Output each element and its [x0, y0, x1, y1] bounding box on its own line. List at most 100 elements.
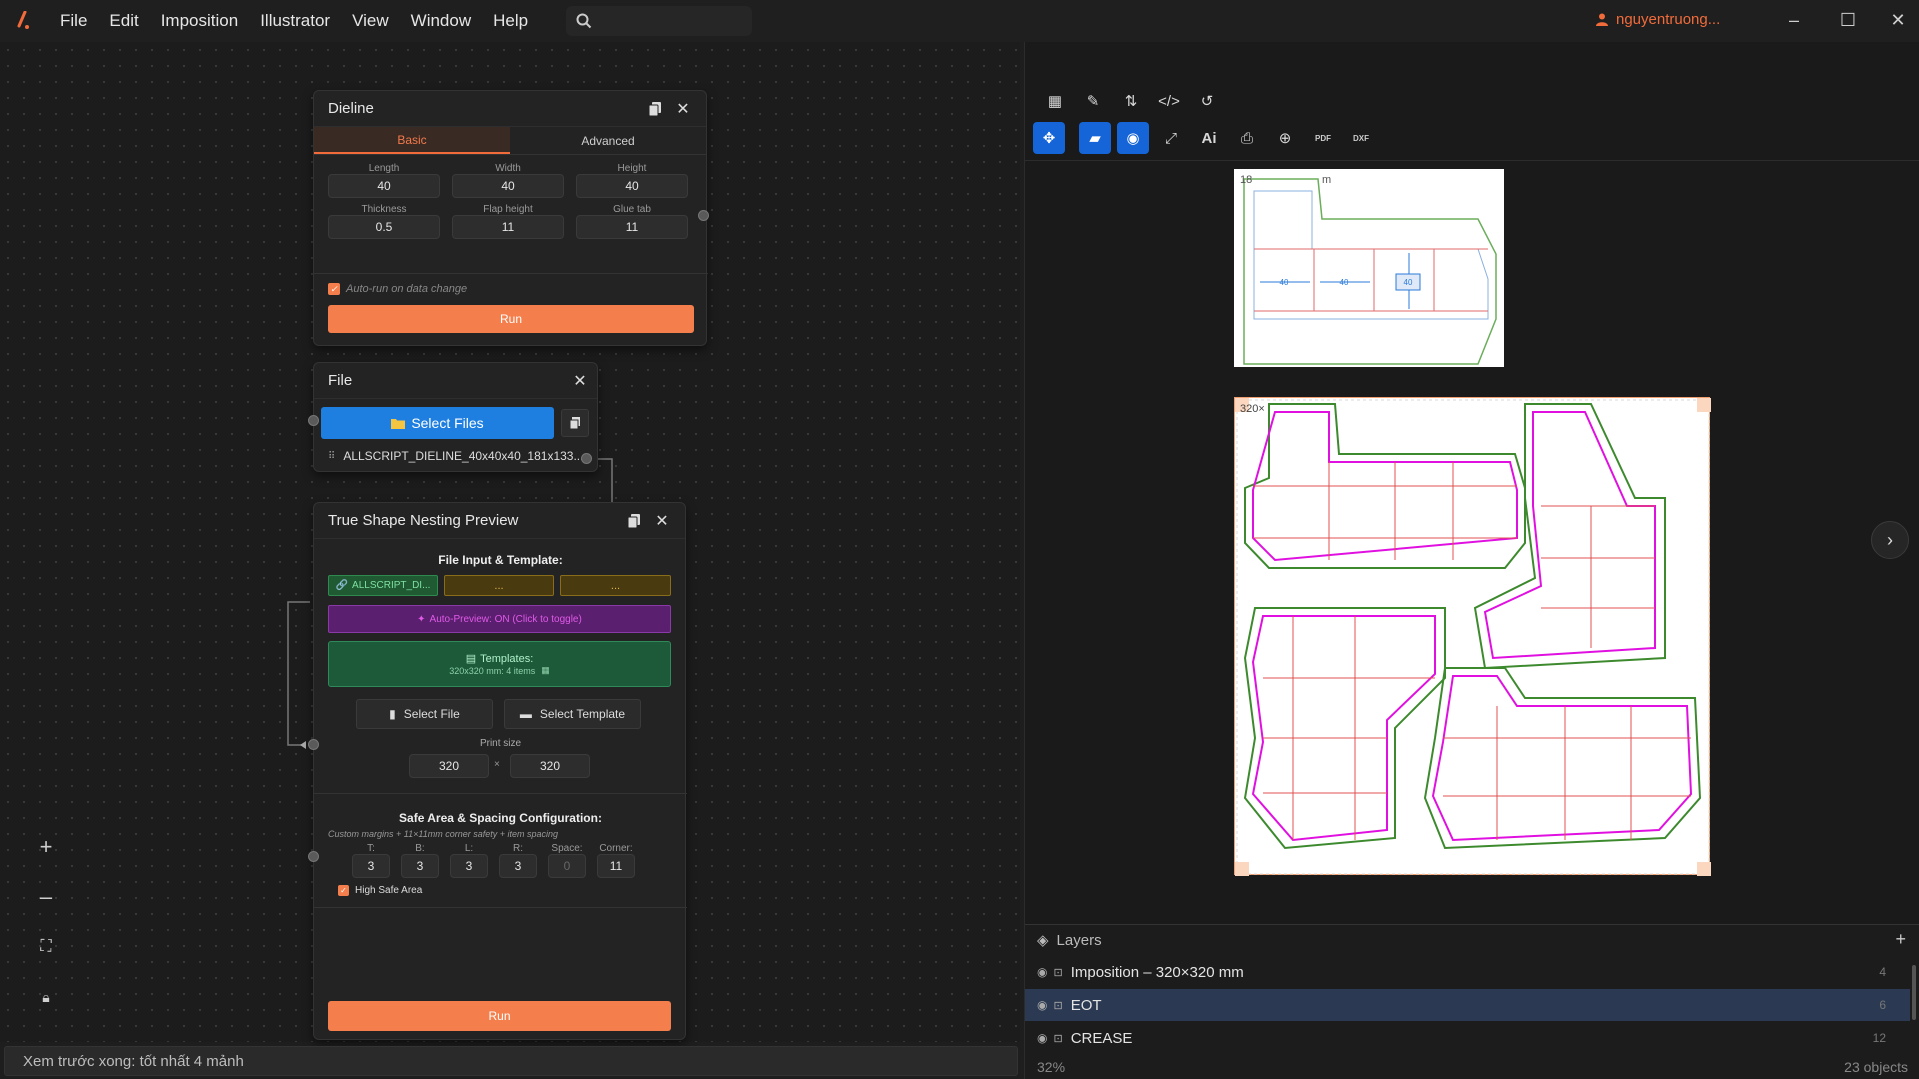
search-input[interactable]	[566, 6, 753, 36]
globe-icon[interactable]: ⊕	[1269, 122, 1301, 154]
select-file-button[interactable]: ▮ Select File	[356, 699, 493, 729]
code-icon[interactable]: </>	[1153, 85, 1185, 117]
ruler-icon[interactable]: ▰	[1079, 122, 1111, 154]
menu-illustrator[interactable]: Illustrator	[260, 11, 330, 31]
lock-icon[interactable]: 🔒︎	[34, 985, 58, 1009]
layer-row[interactable]: ◉ ⊡ CREASE 12	[1025, 1022, 1910, 1054]
template-slot-1[interactable]: 🔗 ALLSCRIPT_DI...	[328, 575, 438, 596]
fit-view-icon[interactable]: ⛶	[34, 935, 58, 959]
nesting-input-port[interactable]	[308, 739, 319, 750]
close-icon[interactable]: ✕	[674, 100, 692, 118]
copy-icon[interactable]	[625, 512, 643, 530]
print-icon[interactable]: ⎙	[1231, 122, 1263, 154]
nesting-header: True Shape Nesting Preview ✕	[314, 503, 685, 539]
dxf-icon[interactable]: DXF	[1345, 122, 1377, 154]
layer-row-selected[interactable]: ◉ ⊡ EOT 6	[1025, 989, 1910, 1021]
left-margin-input[interactable]: 3	[450, 854, 488, 878]
user-account[interactable]: nguyentruong...	[1596, 11, 1720, 28]
unlock-icon[interactable]: ⊡	[1053, 966, 1062, 979]
eye-icon[interactable]: ◉	[1117, 122, 1149, 154]
table-icon[interactable]: ▦	[1039, 85, 1071, 117]
drag-handle-icon[interactable]: ⠿	[328, 451, 335, 462]
layers-scrollbar[interactable]	[1912, 965, 1916, 1020]
unlock-icon[interactable]: ⊡	[1053, 1032, 1062, 1045]
eye-icon[interactable]: ◉	[1037, 965, 1047, 979]
nesting-sheet-preview[interactable]: 320×	[1234, 397, 1711, 876]
high-safe-area-row[interactable]: ✓ High Safe Area	[338, 885, 422, 896]
object-count: 23 objects	[1844, 1059, 1908, 1075]
file-input-heading: File Input & Template:	[438, 553, 563, 567]
edit-icon[interactable]: ✎	[1077, 85, 1109, 117]
print-width-input[interactable]: 320	[409, 754, 489, 778]
select-template-button[interactable]: ▬ Select Template	[504, 699, 641, 729]
tab-advanced[interactable]: Advanced	[510, 127, 706, 154]
bottom-margin-input[interactable]: 3	[401, 854, 439, 878]
select-files-button[interactable]: Select Files	[321, 407, 554, 439]
dieline-preview[interactable]: 40 40 40 18 m	[1234, 169, 1504, 367]
file-output-port[interactable]	[581, 453, 592, 464]
move-icon[interactable]: ✥	[1033, 122, 1065, 154]
corner-input[interactable]: 11	[597, 854, 635, 878]
unlock-icon[interactable]: ⊡	[1053, 999, 1062, 1012]
pdf-icon[interactable]: PDF	[1307, 122, 1339, 154]
autorun-row[interactable]: ✓ Auto-run on data change	[328, 283, 467, 295]
menu-view[interactable]: View	[352, 11, 389, 31]
add-layer-icon[interactable]: +	[1895, 929, 1906, 950]
close-window-icon[interactable]: ✕	[1886, 8, 1910, 32]
dieline-run-button[interactable]: Run	[328, 305, 694, 333]
copy-icon[interactable]	[561, 409, 589, 437]
high-safe-area-checkbox[interactable]: ✓	[338, 885, 349, 896]
app-logo	[14, 10, 32, 32]
dieline-size-label: 18	[1240, 174, 1252, 186]
safe-area-subtitle: Custom margins + 11×11mm corner safety +…	[328, 829, 559, 839]
height-input[interactable]: 40	[576, 174, 688, 198]
length-input[interactable]: 40	[328, 174, 440, 198]
close-icon[interactable]: ✕	[571, 372, 589, 390]
menu-file[interactable]: File	[60, 11, 87, 31]
dieline-output-port[interactable]	[698, 210, 709, 221]
eye-icon[interactable]: ◉	[1037, 1031, 1047, 1045]
menu-imposition[interactable]: Imposition	[161, 11, 238, 31]
top-margin-input[interactable]: 3	[352, 854, 390, 878]
auto-preview-toggle[interactable]: ✦ Auto-Preview: ON (Click to toggle)	[328, 605, 671, 633]
menu-help[interactable]: Help	[493, 11, 528, 31]
tab-basic[interactable]: Basic	[314, 127, 510, 154]
template-slot-2[interactable]: ...	[444, 575, 554, 596]
menu-window[interactable]: Window	[411, 11, 471, 31]
eye-icon[interactable]: ◉	[1037, 998, 1047, 1012]
right-margin-input[interactable]: 3	[499, 854, 537, 878]
preview-toolbar-bottom: ✥ ▰ ◉ ⤢ Ai ⎙ ⊕ PDF DXF	[1025, 122, 1919, 154]
menu-edit[interactable]: Edit	[109, 11, 138, 31]
node-canvas[interactable]: Dieline ✕ Basic Advanced Length 40 Width 4…	[0, 42, 1020, 1042]
zoom-out-icon[interactable]: –	[34, 884, 58, 909]
copy-icon[interactable]	[646, 100, 664, 118]
minimize-icon[interactable]: –	[1782, 8, 1806, 32]
layer-count: 12	[1872, 1031, 1886, 1045]
space-input[interactable]: 0	[548, 854, 586, 878]
autorun-checkbox[interactable]: ✓	[328, 283, 340, 295]
maximize-icon[interactable]: ☐	[1836, 8, 1860, 32]
close-icon[interactable]: ✕	[653, 512, 671, 530]
file-input-port[interactable]	[308, 415, 319, 426]
nesting-input-port-2[interactable]	[308, 851, 319, 862]
glue-tab-input[interactable]: 11	[576, 215, 688, 239]
ai-icon[interactable]: Ai	[1193, 122, 1225, 154]
template-slot-3[interactable]: ...	[560, 575, 671, 596]
dieline-panel: Dieline ✕ Basic Advanced Length 40 Width 4…	[313, 90, 708, 346]
thickness-label: Thickness	[361, 204, 407, 215]
print-height-input[interactable]: 320	[510, 754, 590, 778]
history-icon[interactable]: ↺	[1191, 85, 1223, 117]
zoom-in-icon[interactable]: +	[34, 834, 58, 859]
fullscreen-icon[interactable]: ⤢	[1155, 122, 1187, 154]
nesting-run-button[interactable]: Run	[328, 1001, 671, 1031]
templates-info[interactable]: ▤ Templates: 320x320 mm: 4 items ▦	[328, 641, 671, 687]
width-input[interactable]: 40	[452, 174, 564, 198]
flap-height-input[interactable]: 11	[452, 215, 564, 239]
thickness-input[interactable]: 0.5	[328, 215, 440, 239]
dieline-tabs: Basic Advanced	[314, 127, 706, 155]
sort-icon[interactable]: ⇅	[1115, 85, 1147, 117]
dieline-unit-label: m	[1322, 174, 1331, 186]
layer-row[interactable]: ◉ ⊡ Imposition – 320×320 mm 4	[1025, 956, 1910, 988]
file-list-item[interactable]: ⠿ ALLSCRIPT_DIELINE_40x40x40_181x133...	[328, 449, 583, 463]
next-arrow-icon[interactable]: ›	[1871, 521, 1909, 559]
